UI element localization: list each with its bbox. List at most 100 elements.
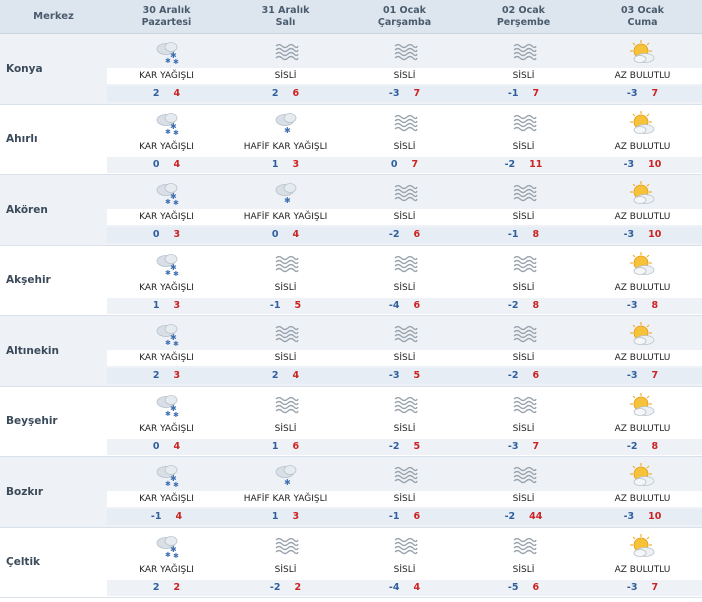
svg-text:✱: ✱: [173, 129, 179, 135]
max-temp: 4: [173, 88, 181, 99]
condition-label: AZ BULUTLU: [583, 68, 702, 84]
forecast-cell: SİSLİ -1 7: [464, 34, 583, 104]
snow-cloud-icon: ✱ ✱ ✱: [154, 534, 180, 560]
temperature-range: -1 8: [464, 227, 583, 243]
max-temp: 4: [173, 158, 181, 170]
sun-cloud-icon: [629, 110, 656, 135]
min-temp: -3: [626, 370, 638, 381]
day-header-0: 30 Aralık Pazartesi: [107, 0, 226, 33]
city-name[interactable]: Konya: [0, 34, 107, 104]
sun-cloud-icon: [629, 463, 656, 487]
forecast-cell: SİSLİ 0 7: [345, 105, 464, 175]
city-name[interactable]: Akören: [0, 175, 107, 245]
min-temp: 1: [271, 158, 279, 170]
forecast-cell: AZ BULUTLU -2 8: [583, 387, 702, 457]
min-temp: 2: [271, 370, 279, 381]
forecast-cell: ✱ HAFİF KAR YAĞIŞLI 0 4: [226, 175, 345, 245]
city-name[interactable]: Ahırlı: [0, 105, 107, 175]
fog-icon: [511, 181, 537, 205]
max-temp: 44: [529, 511, 543, 522]
max-temp: 3: [173, 370, 181, 381]
condition-label: SİSLİ: [226, 68, 345, 84]
temperature-range: 04: [107, 156, 226, 173]
city-row: Akşehir ✱ ✱ ✱ KAR YAĞIŞLI 1 3 SİSLİ -1 5 SİSLİ -4 6 S…: [0, 245, 702, 316]
max-temp: 6: [532, 581, 540, 593]
fog-icon: [273, 252, 299, 276]
forecast-cell: SİSLİ -2 6: [464, 316, 583, 386]
temperature-range: -3 7: [464, 438, 583, 455]
city-name[interactable]: Akşehir: [0, 246, 107, 316]
condition-label: KAR YAĞIŞLI: [107, 138, 226, 155]
min-temp: 2: [152, 581, 160, 593]
fog-icon: [392, 40, 418, 64]
day-date: 01 Ocak: [383, 4, 426, 16]
condition-label: SİSLİ: [226, 279, 345, 296]
temperature-range: -4 4: [345, 579, 464, 596]
forecast-cell: SİSLİ -3 7: [464, 387, 583, 457]
temperature-range: -3 10: [583, 227, 702, 243]
city-name[interactable]: Çeltik: [0, 528, 107, 598]
snow-cloud-icon: ✱ ✱ ✱: [154, 252, 180, 278]
condition-label: SİSLİ: [345, 279, 464, 296]
fog-icon: [511, 111, 537, 135]
max-temp: 3: [292, 511, 300, 522]
max-temp: 2: [294, 581, 302, 593]
forecast-cell: SİSLİ -1 6: [345, 457, 464, 527]
city-name[interactable]: Beyşehir: [0, 387, 107, 457]
min-temp: -1: [507, 88, 519, 99]
snow-cloud-icon: ✱ ✱ ✱: [154, 393, 180, 419]
svg-text:✱: ✱: [284, 196, 291, 205]
condition-label: KAR YAĞIŞLI: [107, 350, 226, 366]
min-temp: -3: [626, 88, 638, 99]
min-temp: -4: [388, 581, 400, 593]
condition-label: SİSLİ: [345, 491, 464, 507]
temperature-range: -1 5: [226, 297, 345, 314]
svg-text:✱: ✱: [284, 126, 291, 135]
condition-label: SİSLİ: [345, 350, 464, 366]
max-temp: 4: [175, 511, 183, 522]
min-temp: -3: [626, 299, 638, 311]
svg-text:✱: ✱: [165, 57, 171, 64]
condition-label: SİSLİ: [345, 68, 464, 84]
max-temp: 8: [532, 229, 540, 240]
temperature-range: -3 7: [583, 579, 702, 596]
min-temp: 2: [152, 370, 160, 381]
forecast-cell: AZ BULUTLU -3 7: [583, 34, 702, 104]
min-temp: -5: [507, 581, 519, 593]
forecast-cell: AZ BULUTLU -3 10: [583, 175, 702, 245]
condition-label: KAR YAĞIŞLI: [107, 209, 226, 225]
max-temp: 5: [413, 370, 421, 381]
max-temp: 10: [648, 229, 662, 240]
svg-text:✱: ✱: [173, 552, 179, 558]
temperature-range: -1 6: [345, 509, 464, 525]
fog-icon: [511, 252, 537, 276]
condition-label: KAR YAĞIŞLI: [107, 68, 226, 84]
condition-label: HAFİF KAR YAĞIŞLI: [226, 491, 345, 507]
day-header-1: 31 Aralık Salı: [226, 0, 345, 33]
fog-icon: [511, 322, 537, 346]
temperature-range: -2 8: [583, 438, 702, 455]
forecast-cell: SİSLİ -1 8: [464, 175, 583, 245]
forecast-cell: AZ BULUTLU -3 10: [583, 105, 702, 175]
condition-label: SİSLİ: [345, 209, 464, 225]
min-temp: -2: [504, 158, 516, 170]
temperature-range: -2 5: [345, 438, 464, 455]
condition-label: SİSLİ: [464, 491, 583, 507]
snow-cloud-icon: ✱ ✱ ✱: [154, 322, 180, 348]
city-row: Ahırlı ✱ ✱ ✱ KAR YAĞIŞLI 0 4 ✱ HAFİF KAR YAĞIŞLI…: [0, 104, 702, 175]
max-temp: 6: [413, 229, 421, 240]
max-temp: 10: [648, 511, 662, 522]
city-row: Beyşehir ✱ ✱ ✱ KAR YAĞIŞLI 0 4 SİSLİ 1 6 SİSLİ -2 5 S…: [0, 386, 702, 457]
temperature-range: 24: [226, 368, 345, 384]
day-header-4: 03 Ocak Cuma: [583, 0, 702, 33]
forecast-cell: ✱ HAFİF KAR YAĞIŞLI 1 3: [226, 457, 345, 527]
max-temp: 4: [292, 370, 300, 381]
city-name[interactable]: Bozkır: [0, 457, 107, 527]
min-temp: -2: [269, 581, 281, 593]
city-name[interactable]: Altınekin: [0, 316, 107, 386]
forecast-cell: AZ BULUTLU -3 8: [583, 246, 702, 316]
forecast-cell: SİSLİ -2 5: [345, 387, 464, 457]
condition-label: AZ BULUTLU: [583, 420, 702, 437]
temperature-range: -2 6: [345, 227, 464, 243]
fog-icon: [392, 111, 418, 135]
